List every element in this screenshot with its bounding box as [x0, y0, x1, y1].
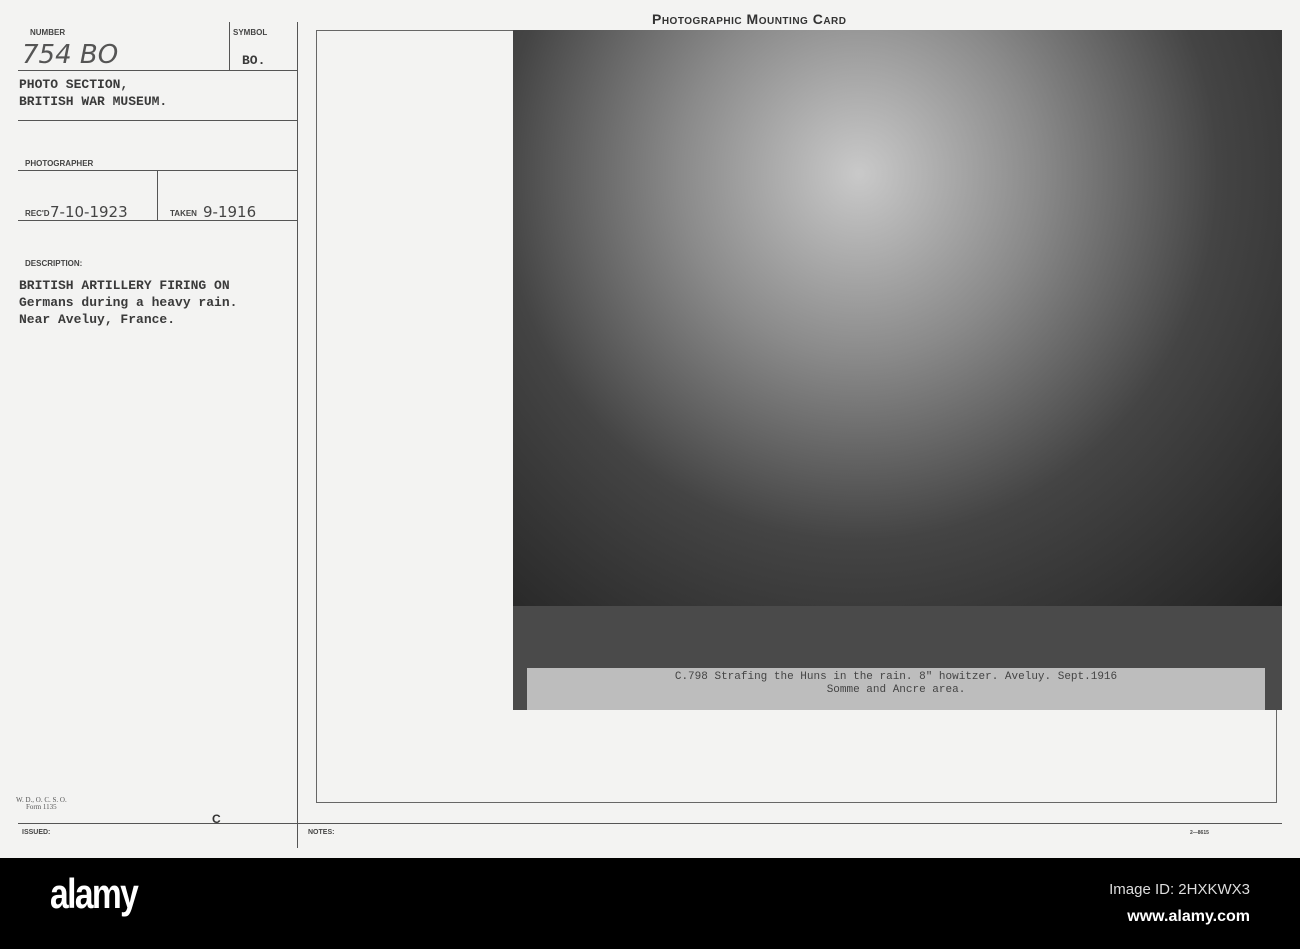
- taken-label: TAKEN: [170, 209, 197, 218]
- description-line-1: BRITISH ARTILLERY FIRING ON: [19, 278, 230, 293]
- description-label: DESCRIPTION:: [25, 259, 83, 268]
- symbol-label: SYMBOL: [233, 28, 268, 37]
- description-line-2: Germans during a heavy rain.: [19, 295, 238, 310]
- alamy-logo: alamy: [50, 870, 139, 917]
- caption-line-2: Somme and Ancre area.: [826, 684, 966, 696]
- caption-line-1: C.798 Strafing the Huns in the rain. 8" …: [674, 671, 1118, 683]
- taken-value: 9-1916: [203, 203, 257, 221]
- number-value: 754 BO: [22, 40, 119, 70]
- received-value: 7-10-1923: [50, 203, 128, 221]
- section-line-1: PHOTO SECTION,: [19, 77, 129, 92]
- number-label: NUMBER: [30, 28, 66, 37]
- issued-label: ISSUED:: [22, 829, 51, 836]
- photograph-artillery-howitzer: [513, 30, 1282, 606]
- photographer-label: PHOTOGRAPHER: [25, 159, 94, 168]
- symbol-value: BO.: [242, 53, 266, 68]
- photo-caption: C.798 Strafing the Huns in the rain. 8" …: [527, 668, 1265, 710]
- watermark-footer: alamy Image ID: 2HXKWX3 www.alamy.com: [0, 858, 1300, 949]
- card-header: Photographic Mounting Card: [652, 11, 847, 27]
- notes-label: NOTES:: [308, 829, 335, 836]
- form-line-2: Form 1135: [26, 803, 57, 811]
- description-line-3: Near Aveluy, France.: [19, 312, 176, 327]
- site-link[interactable]: www.alamy.com: [1127, 908, 1250, 926]
- section-line-2: BRITISH WAR MUSEUM.: [19, 94, 168, 109]
- received-label: REC'D: [25, 209, 50, 218]
- image-id: Image ID: 2HXKWX3: [1109, 881, 1250, 898]
- print-code: 2—8615: [1190, 830, 1209, 836]
